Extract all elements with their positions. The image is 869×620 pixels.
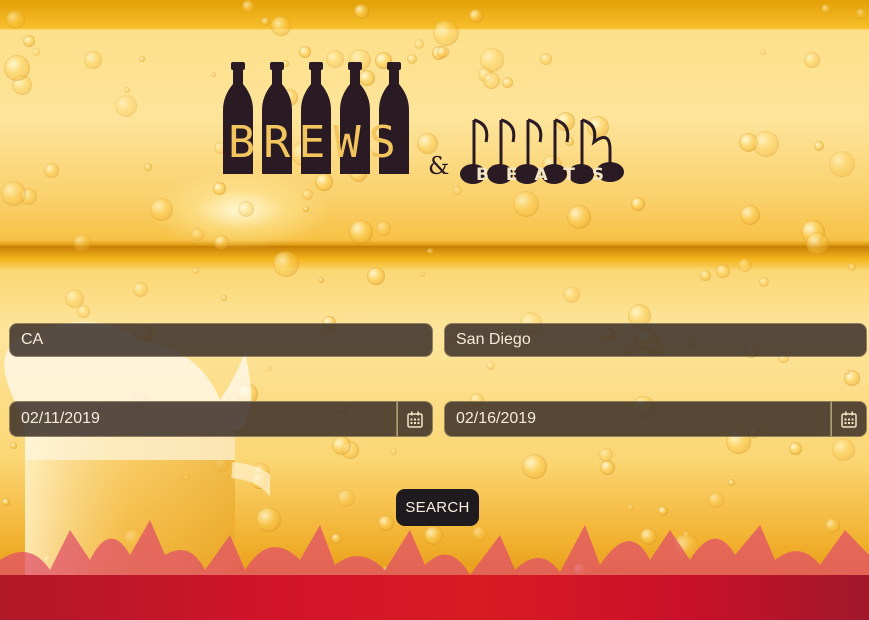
bubble: [211, 72, 216, 77]
bubble: [144, 163, 152, 171]
bubble: [848, 263, 856, 271]
logo-ampersand: &: [428, 152, 450, 180]
bubble: [806, 232, 829, 255]
state-input[interactable]: [21, 331, 421, 349]
bubble: [238, 201, 254, 217]
bubble: [740, 205, 760, 225]
bubble: [73, 234, 91, 252]
bubble: [332, 436, 351, 455]
bubble: [753, 131, 779, 157]
bubble: [242, 0, 255, 13]
bubble: [821, 4, 831, 14]
foam-band-top: [0, 0, 869, 28]
bubble: [261, 17, 270, 26]
bubble: [631, 197, 645, 211]
bubble: [192, 267, 199, 274]
bubble: [600, 460, 615, 475]
bubble: [599, 448, 613, 462]
bubble: [700, 270, 711, 281]
bubble: [567, 205, 591, 229]
city-field[interactable]: [444, 323, 867, 357]
calendar-icon: [407, 411, 423, 428]
bubble: [367, 267, 385, 285]
bubble: [6, 10, 25, 29]
bubble: [759, 277, 769, 287]
logo-brews-text: BREWS: [228, 117, 404, 168]
bubble: [150, 198, 173, 221]
bubble: [513, 191, 539, 217]
start-date-input[interactable]: [21, 410, 385, 428]
calendar-icon: [841, 411, 857, 428]
bubble: [354, 4, 369, 19]
bubble: [376, 221, 391, 236]
bubble: [84, 51, 102, 69]
end-date-field[interactable]: [444, 401, 831, 437]
bubble: [32, 48, 40, 56]
bubble: [728, 479, 735, 486]
bubble: [420, 272, 425, 277]
end-date-input[interactable]: [456, 410, 819, 428]
bubble: [437, 46, 449, 58]
bubble: [214, 235, 229, 250]
bubble: [44, 163, 59, 178]
bubble: [139, 56, 145, 62]
bubble: [522, 454, 547, 479]
bubble: [760, 49, 766, 55]
start-date-field[interactable]: [9, 401, 397, 437]
end-date-calendar-button[interactable]: [831, 401, 867, 437]
bubble: [814, 141, 824, 151]
bubble: [832, 438, 855, 461]
start-date-picker[interactable]: [9, 401, 433, 437]
bubble: [738, 258, 752, 272]
bubble: [191, 228, 204, 241]
search-button[interactable]: SEARCH: [396, 489, 479, 526]
bubble: [563, 286, 580, 303]
bubble: [390, 448, 397, 455]
bubble: [318, 277, 324, 283]
bubble: [804, 52, 820, 68]
bubble: [845, 370, 850, 375]
bubble: [829, 151, 855, 177]
state-field[interactable]: [9, 323, 433, 357]
bubble: [23, 35, 35, 47]
bubble: [271, 16, 291, 36]
bubble: [427, 248, 434, 255]
bubble: [4, 55, 30, 81]
city-input[interactable]: [456, 331, 855, 349]
start-date-calendar-button[interactable]: [397, 401, 433, 437]
crowd-band: [0, 575, 869, 620]
bubble: [414, 39, 424, 49]
bubble: [716, 264, 730, 278]
bubble: [124, 87, 130, 93]
bubble: [789, 442, 802, 455]
bubble: [1, 181, 26, 206]
end-date-picker[interactable]: [444, 401, 867, 437]
bubble: [115, 95, 137, 117]
bubble: [433, 20, 459, 46]
bubble: [856, 8, 867, 19]
bubble: [133, 282, 148, 297]
bubble: [469, 9, 483, 23]
bubble: [486, 361, 495, 370]
bubble: [273, 251, 299, 277]
bubble: [299, 46, 311, 58]
bubble: [303, 206, 309, 212]
bubble: [349, 220, 373, 244]
